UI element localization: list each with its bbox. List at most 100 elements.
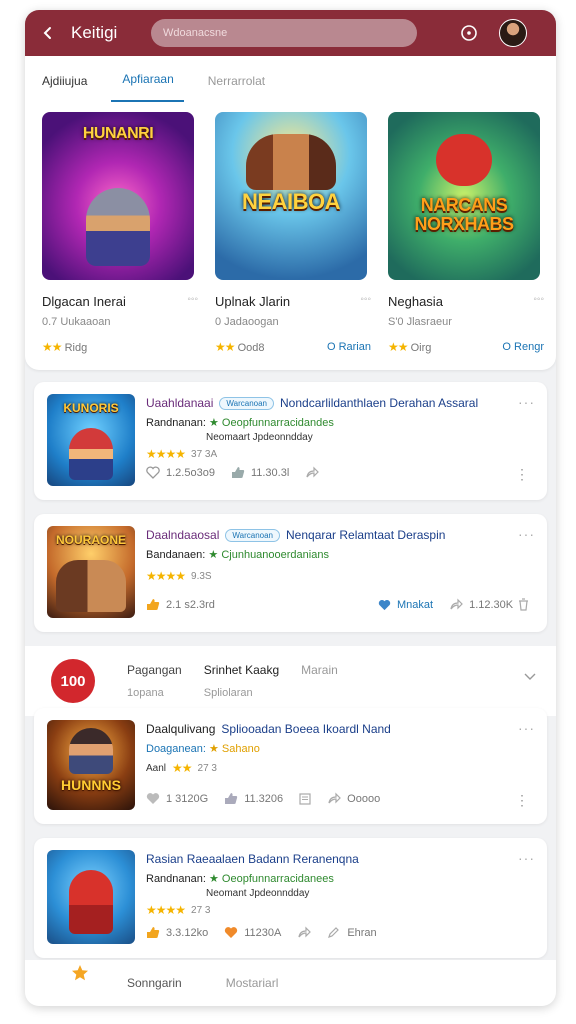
star-rating-icon: ★★ xyxy=(42,340,62,354)
item-title-prefix: Daalndaaosal xyxy=(146,528,220,542)
item-meta: Aanl xyxy=(146,762,167,774)
heart-outline-icon xyxy=(146,466,160,479)
game-thumbnail xyxy=(47,850,135,944)
tab-popular[interactable]: Apfiaraan xyxy=(111,72,184,102)
star-rating-icon: ★★★★ xyxy=(146,903,186,917)
star-icon[interactable] xyxy=(71,964,89,982)
item-title-prefix: Uaahldanaai xyxy=(146,396,214,410)
like-button[interactable]: 1 3120G xyxy=(146,792,208,805)
thumb-count: 11.30.3l xyxy=(250,466,290,479)
heart-icon xyxy=(225,927,238,938)
favorite-count: 11230A xyxy=(244,926,282,939)
thumb-button[interactable]: 11.30.3l xyxy=(231,466,289,479)
more-options-icon[interactable]: ··· xyxy=(518,526,535,542)
more-options-icon[interactable]: ··· xyxy=(518,394,535,410)
info-button[interactable] xyxy=(459,23,479,43)
favorite-label: Mnakat xyxy=(397,598,434,611)
share-icon xyxy=(450,598,463,610)
kebab-menu-icon[interactable]: ⋮ xyxy=(515,792,529,809)
list-item[interactable]: NOURAONE Daalndaaosal Warcanoan Nenqarar… xyxy=(34,514,547,632)
item-tags: ★ Oeopfunnarracidanees xyxy=(209,873,334,885)
rating-text: 27 3 xyxy=(197,762,217,774)
nav-item-home[interactable]: Sonngarin xyxy=(127,976,182,990)
game-thumbnail: NOURAONE xyxy=(47,526,135,618)
thumbs-up-icon xyxy=(147,599,160,610)
share-button[interactable]: Ooooo xyxy=(327,792,380,805)
item-tags: ★ Oeopfunnarracidandes xyxy=(209,417,334,429)
favorite-button[interactable]: Mnakat xyxy=(378,599,433,611)
app-screen: Keitigi Ajdiiujua Apfiaraan Nerrarrolat … xyxy=(25,10,556,1006)
thumb-button[interactable]: 11.3206 xyxy=(224,792,283,805)
like-count: 1.2.5o3o9 xyxy=(166,466,215,479)
thumbs-up-icon xyxy=(231,467,245,478)
share-button[interactable]: 1.12.30K xyxy=(449,598,513,611)
rating-text: Ood8 xyxy=(237,342,265,354)
heart-icon xyxy=(146,793,160,804)
star-rating-icon: ★★ xyxy=(172,761,192,775)
like-count: 1 3120G xyxy=(166,792,209,805)
back-button[interactable] xyxy=(37,22,59,44)
more-options-icon[interactable]: ··· xyxy=(518,850,535,866)
trash-icon xyxy=(519,598,528,611)
item-title: Nondcarlildanthlaen Derahan Assaral xyxy=(280,396,479,410)
trash-icon[interactable] xyxy=(518,598,529,614)
featured-grid: HUNANRI Dlgacan Inerai ◦◦◦ 0.7 Uukaaoan ★… xyxy=(25,102,556,354)
avatar[interactable] xyxy=(499,19,527,47)
nav-item-more[interactable]: Mostariarl xyxy=(226,976,279,990)
featured-card[interactable]: HUNANRI Dlgacan Inerai ◦◦◦ 0.7 Uukaaoan ★… xyxy=(42,112,198,354)
star-rating-icon: ★★ xyxy=(388,340,408,354)
game-cover-image: HUNANRI xyxy=(42,112,194,280)
more-options-icon[interactable]: ··· xyxy=(518,720,535,736)
rating-text: Oirg xyxy=(410,342,432,354)
status-badge: Warcanoan xyxy=(219,396,275,410)
game-meta: ◦◦◦ xyxy=(360,294,371,305)
featured-card[interactable]: NEAIBOA Uplnak Jlarin ◦◦◦ 0 Jadaoogan ★★ … xyxy=(215,112,371,354)
game-link[interactable]: O Rengr xyxy=(502,341,544,353)
tab-bar: Ajdiiujua Apfiaraan Nerrarrolat xyxy=(25,56,556,102)
item-category: Randnanan: xyxy=(146,873,206,885)
ranking-subtitle: Spliolaran xyxy=(203,687,253,699)
item-meta: Neomaart Jpdeonndday xyxy=(206,432,313,443)
item-category: Randnanan: xyxy=(146,417,206,429)
boost-count: 3.3.12ko xyxy=(166,926,209,939)
share-button[interactable] xyxy=(297,926,312,939)
featured-card[interactable]: NARCANS NORXHABS Neghasia ◦◦◦ S'0 Jlasrae… xyxy=(388,112,544,354)
cover-logo-text: NARCANS NORXHABS xyxy=(414,195,514,234)
list-item[interactable]: Rasian Raeaalaen Badann Reranenqna Randn… xyxy=(34,838,547,958)
game-thumbnail: KUNORIS xyxy=(47,394,135,486)
edit-label: Ehran xyxy=(347,926,377,939)
share-button[interactable] xyxy=(305,466,320,479)
hero-figure xyxy=(436,134,492,186)
kebab-menu-icon[interactable]: ⋮ xyxy=(515,466,529,483)
game-link[interactable]: O Rarian xyxy=(327,341,371,353)
chevron-down-icon[interactable] xyxy=(524,672,536,682)
featured-section: Ajdiiujua Apfiaraan Nerrarrolat HUNANRI … xyxy=(25,56,556,370)
edit-button[interactable]: Ehran xyxy=(327,926,377,939)
list-item[interactable]: HUNNNS Daalqulivang Spliooadan Boeea Iko… xyxy=(34,708,547,824)
thumb-logo-text: KUNORIS xyxy=(63,401,119,415)
favorite-button[interactable]: 11230A xyxy=(224,926,281,939)
tab-recent[interactable]: Nerrarrolat xyxy=(208,74,265,102)
hero-figure xyxy=(69,870,113,934)
like-button[interactable]: 1.2.5o3o9 xyxy=(146,466,215,479)
search-bar[interactable] xyxy=(151,19,417,47)
game-subtitle: 0 Jadaoogan xyxy=(215,316,279,328)
info-circle-icon xyxy=(461,25,477,41)
ranking-label: Pagangan xyxy=(127,663,182,677)
rating-text: 27 3 xyxy=(191,904,211,916)
game-meta: ◦◦◦ xyxy=(533,294,544,305)
boost-button[interactable]: 3.3.12ko xyxy=(146,926,208,939)
rating-text: 9.3S xyxy=(191,570,212,582)
boost-button[interactable]: 2.1 s2.3rd xyxy=(146,598,215,611)
ranking-title: Srinhet Kaakg xyxy=(203,663,280,677)
pencil-icon xyxy=(328,927,340,938)
search-input[interactable] xyxy=(163,27,405,39)
ranking-row[interactable]: 100 Pagangan 1opana Srinhet Kaakg Spliolar… xyxy=(25,646,556,716)
share-icon xyxy=(306,466,320,478)
star-rating-icon: ★★ xyxy=(215,340,235,354)
game-subtitle: S'0 Jlasraeur xyxy=(388,316,452,328)
save-button[interactable] xyxy=(299,792,311,805)
tab-all[interactable]: Ajdiiujua xyxy=(42,74,87,102)
list-item[interactable]: KUNORIS Uaahldanaai Warcanoan Nondcarlil… xyxy=(34,382,547,500)
game-cover-image: NARCANS NORXHABS xyxy=(388,112,540,280)
